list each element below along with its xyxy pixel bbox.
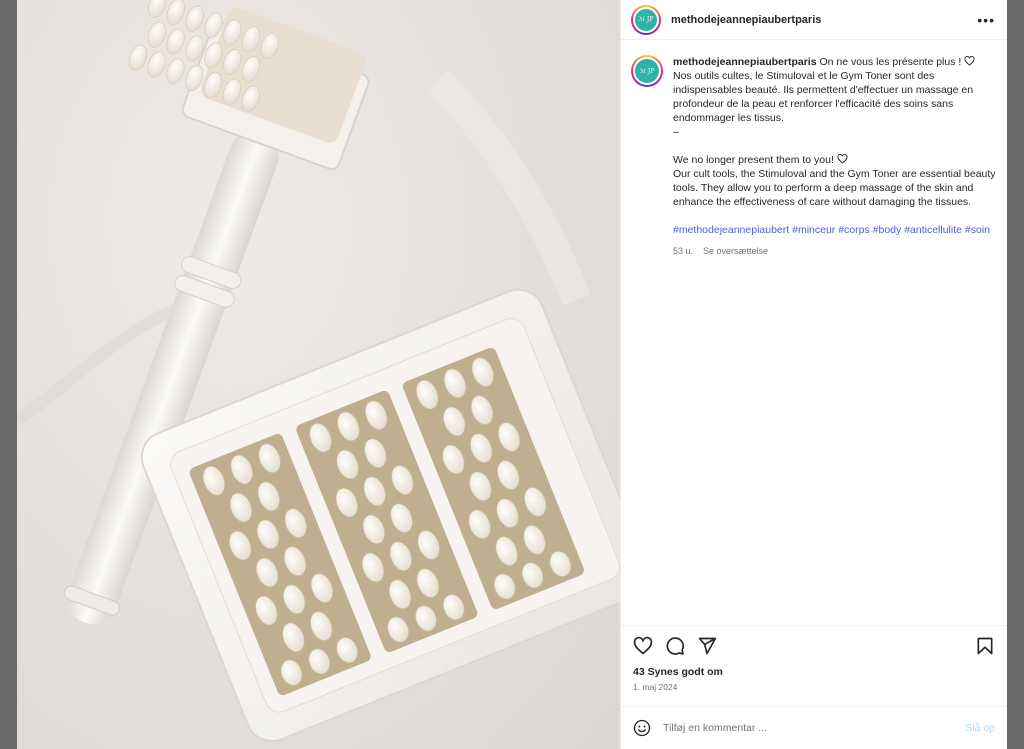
comment-icon[interactable] (665, 636, 685, 656)
hashtag-link[interactable]: #body (873, 224, 902, 236)
caption-fr-headline: On ne vous les présente plus ! (819, 56, 962, 68)
heart-emoji-icon (964, 56, 975, 66)
hashtags: #methodejeannepiaubert #minceur #corps #… (673, 223, 997, 237)
heart-emoji-icon (837, 154, 848, 164)
post-date: 1. maj 2024 (633, 682, 678, 692)
post-age[interactable]: 53 u. (673, 244, 693, 258)
caption-separator: – (673, 126, 679, 138)
heart-icon[interactable] (633, 636, 653, 656)
hashtag-link[interactable]: #methodejeannepiaubert (673, 224, 789, 236)
page-background-left (0, 0, 17, 749)
share-icon[interactable] (697, 636, 717, 656)
avatar-logo: ℳ JP (633, 57, 661, 85)
product-photo (17, 0, 620, 749)
post-comment-button[interactable]: Slå op (965, 722, 995, 734)
caption: ℳ JP methodejeannepiaubertparis On ne vo… (631, 55, 997, 258)
hashtag-link[interactable]: #minceur (792, 224, 835, 236)
page-background-right (1007, 0, 1024, 749)
caption-avatar[interactable]: ℳ JP (631, 55, 663, 87)
action-icons (633, 636, 995, 656)
comment-bar: Slå op (621, 706, 1007, 749)
hashtag-link[interactable]: #anticellulite (904, 224, 962, 236)
avatar-logo: ℳ JP (633, 6, 659, 33)
hashtag-link[interactable]: #corps (838, 224, 870, 236)
post-actions: 43 Synes godt om 1. maj 2024 (621, 625, 1007, 692)
bookmark-icon[interactable] (975, 636, 995, 656)
caption-body: methodejeannepiaubertparis On ne vous le… (673, 55, 997, 258)
post-side-panel: ℳ JP methodejeannepiaubertparis ••• ℳ JP… (620, 0, 1007, 749)
post-modal: ℳ JP methodejeannepiaubertparis ••• ℳ JP… (17, 0, 1007, 749)
hashtag-link[interactable]: #soin (965, 224, 990, 236)
caption-en-headline: We no longer present them to you! (673, 154, 834, 166)
caption-fr-body: Nos outils cultes, le Stimuloval et le G… (673, 70, 974, 124)
header-username[interactable]: methodejeannepiaubertparis (671, 14, 977, 26)
likes-count[interactable]: 43 Synes godt om (633, 666, 995, 678)
caption-meta: 53 u. Se oversættelse (673, 244, 997, 258)
post-image[interactable] (17, 0, 620, 749)
comment-input[interactable] (663, 722, 966, 734)
see-translation-link[interactable]: Se oversættelse (703, 244, 768, 258)
emoji-icon[interactable] (633, 719, 651, 737)
post-header: ℳ JP methodejeannepiaubertparis ••• (621, 0, 1007, 40)
avatar[interactable]: ℳ JP (631, 4, 661, 35)
caption-username[interactable]: methodejeannepiaubertparis (673, 56, 817, 68)
caption-en-body: Our cult tools, the Stimuloval and the G… (673, 168, 996, 208)
more-options-icon[interactable]: ••• (977, 12, 995, 28)
